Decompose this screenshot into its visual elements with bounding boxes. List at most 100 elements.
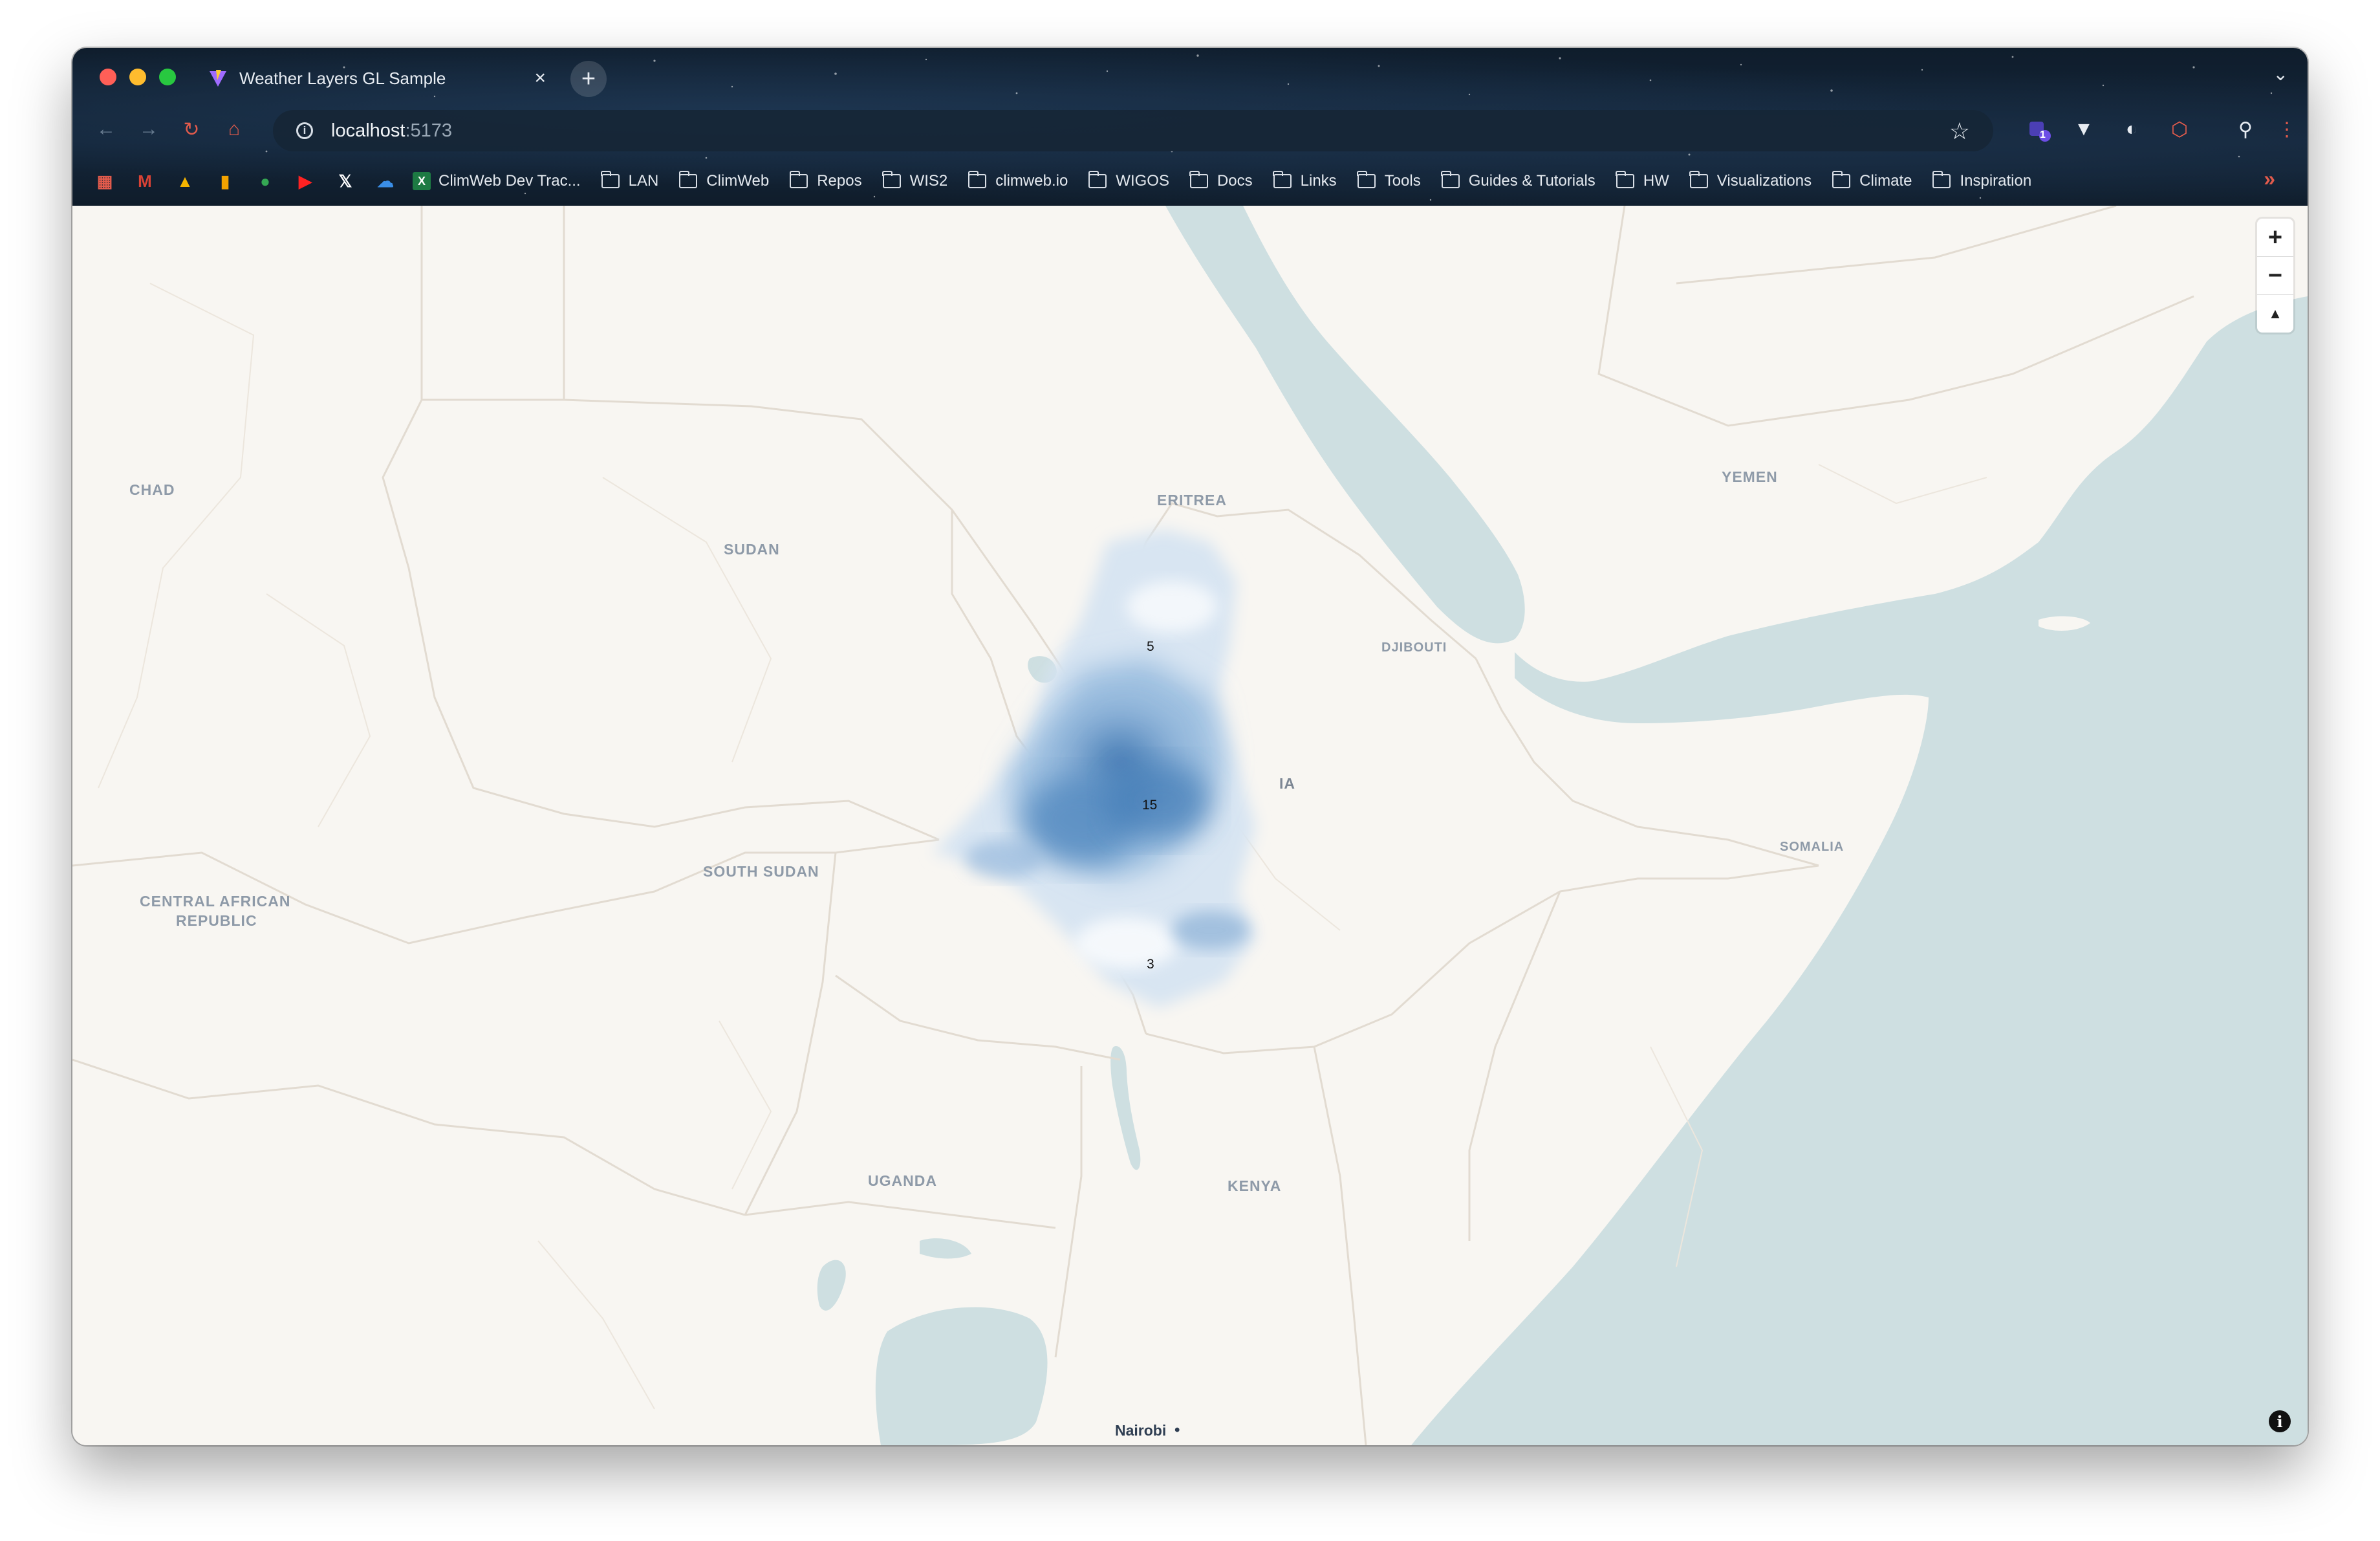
attribution-info-icon[interactable]: i [2269, 1410, 2291, 1432]
bookmark-folder-wigos[interactable]: WIGOS [1088, 171, 1169, 190]
folder-icon [968, 171, 987, 188]
bookmark-folder-inspiration[interactable]: Inspiration [1932, 171, 2032, 190]
city-label-nairobi: Nairobi [1115, 1422, 1167, 1439]
bookmark-folder-wis2[interactable]: WIS2 [882, 171, 948, 190]
folder-icon [1357, 171, 1376, 188]
precipitation-layer [933, 529, 1256, 1008]
zoom-in-button[interactable]: + [2257, 219, 2293, 257]
bookmark-folder-repos[interactable]: Repos [789, 171, 862, 190]
bookmark-folder-climweb-io[interactable]: climweb.io [968, 171, 1068, 190]
x-twitter-icon[interactable]: 𝕏 [332, 168, 358, 194]
maximize-window-button[interactable] [159, 69, 176, 85]
folder-icon [601, 171, 620, 188]
lake-albert [817, 1260, 846, 1311]
bookmark-label: ClimWeb [706, 172, 770, 190]
youtube-icon[interactable]: ▶ [292, 168, 318, 194]
bookmark-star-icon[interactable]: ☆ [1949, 118, 1970, 145]
zoom-out-button[interactable]: − [2257, 257, 2293, 295]
map-canvas[interactable]: CHAD SUDAN ERITREA YEMEN DJIBOUTI SOMALI… [72, 206, 2308, 1445]
reload-icon[interactable]: ↻ [177, 115, 206, 144]
contour-label: 5 [1147, 639, 1154, 654]
bookmark-label: WIS2 [909, 172, 948, 190]
browser-window: Weather Layers GL Sample × + ⌄ ← → ↻ ⌂ i… [72, 48, 2308, 1445]
bookmark-label: Tools [1384, 172, 1421, 190]
tab-search-chevron-icon[interactable]: ⌄ [2273, 63, 2288, 85]
bookmark-climweb-dev-tracker[interactable]: X ClimWeb Dev Trac... [413, 172, 581, 190]
bookmarks-bar: ▦ M ▲ ▮ ● ▶ 𝕏 ☁ X ClimWeb Dev Trac... LA… [72, 160, 2308, 202]
folder-icon [1189, 171, 1208, 188]
address-bar[interactable]: i localhost :5173 ☆ [273, 110, 1993, 151]
bookmark-folder-guides[interactable]: Guides & Tutorials [1441, 171, 1596, 190]
extension-red-icon[interactable]: ⬡ [2164, 114, 2195, 145]
bookmark-folder-docs[interactable]: Docs [1189, 171, 1253, 190]
bookmark-folder-climweb[interactable]: ClimWeb [678, 171, 770, 190]
bookmark-label: Inspiration [1960, 172, 2032, 190]
folder-icon [1616, 171, 1634, 188]
bookmark-label: Climate [1859, 172, 1912, 190]
bookmark-folder-lan[interactable]: LAN [601, 171, 658, 190]
apps-grid-icon[interactable]: ▦ [92, 168, 118, 194]
bookmark-folder-hw[interactable]: HW [1616, 171, 1669, 190]
lake-victoria [875, 1307, 1048, 1445]
google-maps-icon[interactable]: ● [252, 168, 278, 194]
bookmark-label: WIGOS [1116, 172, 1169, 190]
compass-reset-north-icon[interactable]: ▲ [2257, 295, 2293, 333]
minimize-window-button[interactable] [129, 69, 146, 85]
tab-close-icon[interactable]: × [534, 67, 546, 89]
lake-kyoga [920, 1238, 971, 1259]
label-south-sudan: SOUTH SUDAN [703, 863, 819, 880]
bookmark-label: Visualizations [1716, 172, 1812, 190]
bookmark-folder-links[interactable]: Links [1273, 171, 1337, 190]
onedrive-cloud-icon[interactable]: ☁ [373, 168, 398, 194]
url-port: :5173 [405, 120, 453, 141]
profile-icon[interactable]: ⚲ [2230, 114, 2261, 145]
bookmarks-overflow-chevron-icon[interactable]: » [2264, 167, 2275, 191]
bookmark-folder-climate[interactable]: Climate [1832, 171, 1912, 190]
bookmark-folder-tools[interactable]: Tools [1357, 171, 1421, 190]
basemap [72, 206, 2308, 1445]
map-navigation-control: + − ▲ [2257, 219, 2293, 333]
label-kenya: KENYA [1228, 1177, 1282, 1194]
label-yemen: YEMEN [1722, 468, 1778, 485]
browser-toolbar: ← → ↻ ⌂ i localhost :5173 ☆ 1 ▼ ◐ ⬡ ⚲ ⋮ [72, 105, 2308, 155]
new-tab-button[interactable]: + [570, 61, 607, 97]
folder-icon [1441, 171, 1460, 188]
bookmark-label: Links [1300, 172, 1337, 190]
label-eritrea: ERITREA [1157, 492, 1227, 508]
google-drive-icon[interactable]: ▲ [172, 168, 198, 194]
vue-devtools-icon[interactable]: ▼ [2068, 114, 2099, 145]
folder-icon [882, 171, 901, 188]
label-somalia: SOMALIA [1780, 840, 1844, 854]
bookmark-label: ClimWeb Dev Trac... [438, 172, 581, 190]
forward-arrow-icon[interactable]: → [135, 115, 163, 144]
extension-puzzle-icon[interactable] [2023, 114, 2054, 145]
bookmark-label: climweb.io [995, 172, 1068, 190]
folder-icon [678, 171, 698, 188]
label-sudan: SUDAN [724, 541, 780, 558]
tab-weather-layers[interactable]: Weather Layers GL Sample × [193, 56, 561, 101]
site-info-icon[interactable]: i [296, 122, 313, 139]
bookmark-folder-visualizations[interactable]: Visualizations [1689, 171, 1812, 190]
city-dot-icon: • [1174, 1421, 1180, 1439]
analytics-icon[interactable]: ▮ [212, 168, 238, 194]
extension-badge-count: 1 [2040, 129, 2046, 140]
excel-sheet-icon: X [413, 172, 431, 190]
folder-icon [1832, 171, 1851, 188]
vite-favicon-icon [210, 70, 226, 87]
window-controls [100, 69, 176, 85]
close-window-button[interactable] [100, 69, 116, 85]
dark-reader-icon[interactable]: ◐ [2116, 114, 2147, 145]
home-icon[interactable]: ⌂ [220, 115, 248, 144]
folder-icon [1088, 171, 1107, 188]
label-central-african-republic-line2: REPUBLIC [176, 912, 257, 929]
folder-icon [1689, 171, 1708, 188]
back-arrow-icon[interactable]: ← [92, 115, 120, 144]
bookmark-label: Docs [1217, 172, 1253, 190]
gulf-of-aden-and-indian-ocean [1411, 296, 2308, 1445]
browser-chrome: Weather Layers GL Sample × + ⌄ ← → ↻ ⌂ i… [72, 48, 2308, 206]
gmail-icon[interactable]: M [132, 168, 158, 194]
label-chad: CHAD [129, 481, 175, 498]
label-ethiopia-partial: IA [1279, 775, 1295, 792]
browser-menu-icon[interactable]: ⋮ [2271, 114, 2302, 145]
folder-icon [789, 171, 808, 188]
